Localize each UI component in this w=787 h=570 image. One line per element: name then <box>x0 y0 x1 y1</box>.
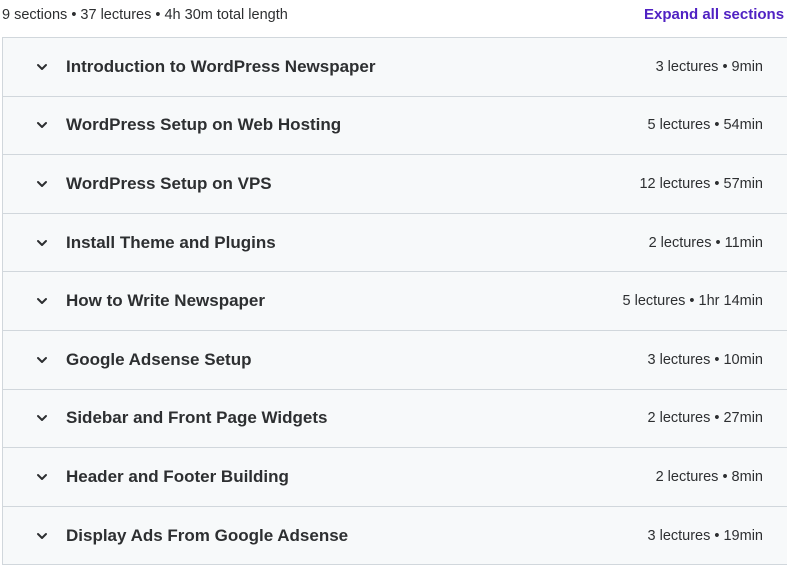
section-title: Sidebar and Front Page Widgets <box>66 408 328 428</box>
chevron-down-icon <box>35 60 49 74</box>
chevron-down-icon <box>35 294 49 308</box>
section-title: Display Ads From Google Adsense <box>66 525 349 545</box>
expand-all-sections-button[interactable]: Expand all sections <box>644 6 784 23</box>
section-title: Introduction to WordPress Newspaper <box>66 56 376 76</box>
curriculum-section[interactable]: WordPress Setup on VPS 12 lectures • 57m… <box>3 155 787 214</box>
section-title: Google Adsense Setup <box>66 349 252 369</box>
section-lecture-count: 5 lectures • 1hr 14min <box>622 293 763 310</box>
curriculum-section-list: Introduction to WordPress Newspaper 3 le… <box>2 37 787 566</box>
section-title: How to Write Newspaper <box>66 291 265 311</box>
chevron-down-icon <box>35 470 49 484</box>
curriculum-section[interactable]: WordPress Setup on Web Hosting 5 lecture… <box>3 96 787 156</box>
curriculum-section[interactable]: Display Ads From Google Adsense 3 lectur… <box>3 506 787 566</box>
section-lecture-count: 2 lectures • 27min <box>647 410 764 427</box>
curriculum-summary-bar: 9 sections • 37 lectures • 4h 30m total … <box>0 0 787 34</box>
chevron-down-icon <box>35 411 49 425</box>
curriculum-section[interactable]: How to Write Newspaper 5 lectures • 1hr … <box>3 272 787 331</box>
section-lecture-count: 3 lectures • 9min <box>655 58 763 75</box>
section-lecture-count: 2 lectures • 8min <box>655 468 763 485</box>
curriculum-summary: 9 sections • 37 lectures • 4h 30m total … <box>2 7 288 23</box>
curriculum-section[interactable]: Sidebar and Front Page Widgets 2 lecture… <box>3 389 787 449</box>
chevron-down-icon <box>35 118 49 132</box>
section-lecture-count: 2 lectures • 11min <box>648 234 763 251</box>
section-title: WordPress Setup on Web Hosting <box>66 115 342 135</box>
chevron-down-icon <box>35 353 49 367</box>
section-title: WordPress Setup on VPS <box>66 173 272 193</box>
section-lecture-count: 3 lectures • 19min <box>647 527 764 544</box>
section-lecture-count: 3 lectures • 10min <box>647 351 764 368</box>
section-lecture-count: 12 lectures • 57min <box>639 175 763 192</box>
chevron-down-icon <box>35 177 49 191</box>
chevron-down-icon <box>35 236 49 250</box>
chevron-down-icon <box>35 529 49 543</box>
section-title: Header and Footer Building <box>66 466 289 486</box>
curriculum-section[interactable]: Introduction to WordPress Newspaper 3 le… <box>3 38 787 97</box>
curriculum-section[interactable]: Header and Footer Building 2 lectures • … <box>3 448 787 507</box>
section-lecture-count: 5 lectures • 54min <box>647 117 764 134</box>
curriculum-section[interactable]: Install Theme and Plugins 2 lectures • 1… <box>3 213 787 273</box>
section-title: Install Theme and Plugins <box>66 232 276 252</box>
curriculum-section[interactable]: Google Adsense Setup 3 lectures • 10min <box>3 330 787 390</box>
